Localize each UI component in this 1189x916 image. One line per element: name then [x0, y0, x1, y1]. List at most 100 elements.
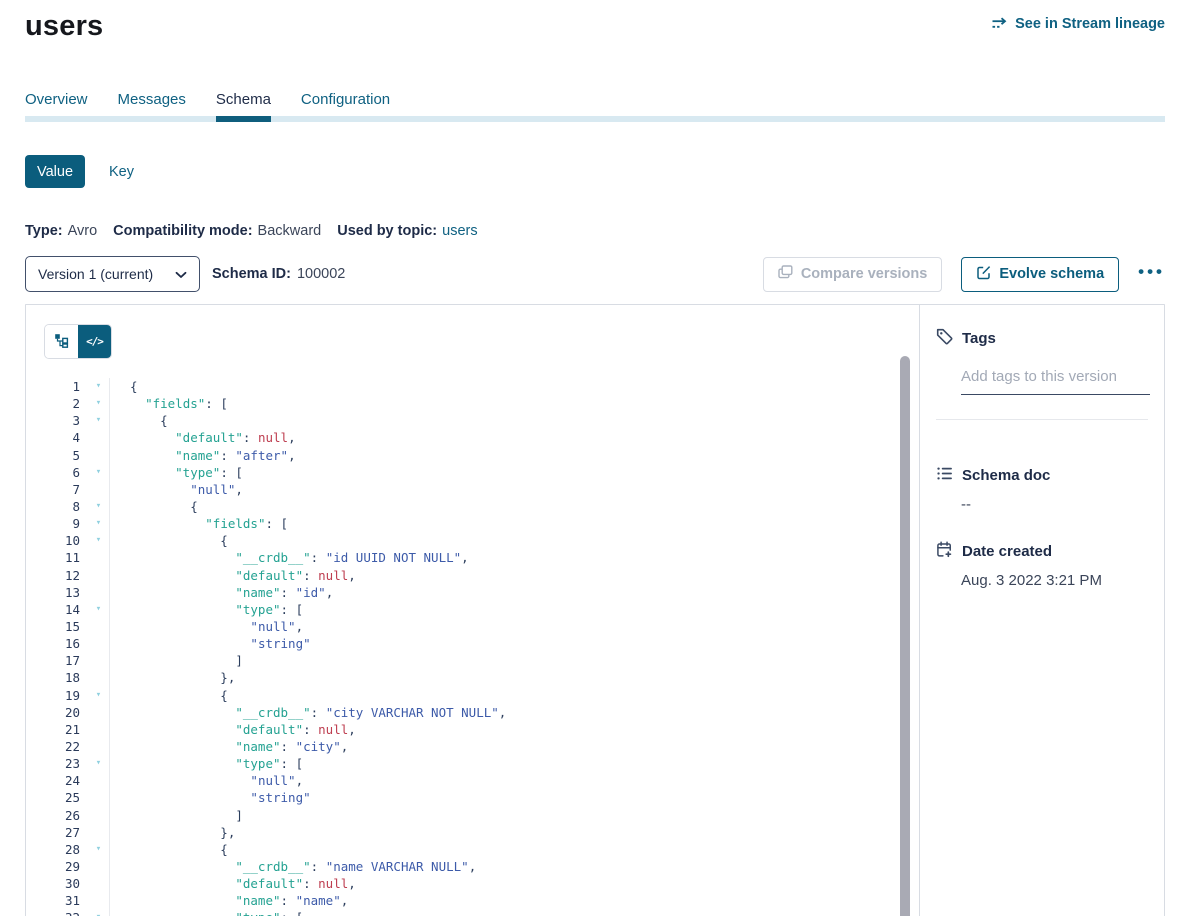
code-line: 25 "string" — [44, 789, 919, 806]
line-number: 15 — [44, 618, 88, 635]
scrollbar[interactable] — [900, 356, 910, 916]
collapse-arrow-icon[interactable]: ▾ — [88, 755, 109, 772]
schema-code-pane: </> 1▾{2▾ "fields": [3▾ {4 "default": nu… — [26, 305, 919, 916]
evolve-schema-button[interactable]: Evolve schema — [961, 257, 1119, 292]
code-text: }, — [109, 669, 919, 686]
code-line: 6▾ "type": [ — [44, 464, 919, 481]
line-number: 14 — [44, 601, 88, 618]
collapse-arrow-icon[interactable]: ▾ — [88, 464, 109, 481]
tree-icon — [54, 333, 69, 351]
version-select[interactable]: Version 1 (current) — [25, 256, 200, 292]
code-line: 14▾ "type": [ — [44, 601, 919, 618]
schema-doc-header: Schema doc — [936, 465, 1148, 486]
tags-header: Tags — [936, 328, 1148, 349]
line-number: 9 — [44, 515, 88, 532]
code-text: "__crdb__": "id UUID NOT NULL", — [109, 549, 919, 566]
tags-section: Tags — [936, 328, 1148, 395]
arrow-spacer — [88, 618, 109, 635]
schema-id: Schema ID: 100002 — [212, 266, 345, 282]
collapse-arrow-icon[interactable]: ▾ — [88, 687, 109, 704]
tree-view-button[interactable] — [45, 325, 78, 358]
collapse-arrow-icon[interactable]: ▾ — [88, 395, 109, 412]
meta-compatibility: Compatibility mode: Backward — [113, 223, 321, 239]
schema-meta-row: Type: Avro Compatibility mode: Backward … — [25, 223, 1165, 239]
meta-used-by-topic: Used by topic: users — [337, 223, 477, 239]
code-line: 8▾ { — [44, 498, 919, 515]
tab-configuration[interactable]: Configuration — [301, 91, 390, 122]
collapse-arrow-icon[interactable]: ▾ — [88, 378, 109, 395]
code-line: 23▾ "type": [ — [44, 755, 919, 772]
line-number: 20 — [44, 704, 88, 721]
line-number: 2 — [44, 395, 88, 412]
code-text: }, — [109, 824, 919, 841]
add-tags-input[interactable] — [961, 368, 1150, 395]
code-line: 9▾ "fields": [ — [44, 515, 919, 532]
collapse-arrow-icon[interactable]: ▾ — [88, 532, 109, 549]
arrow-spacer — [88, 635, 109, 652]
code-text: ] — [109, 652, 919, 669]
line-number: 30 — [44, 875, 88, 892]
line-number: 17 — [44, 652, 88, 669]
line-number: 32 — [44, 909, 88, 916]
code-line: 31 "name": "name", — [44, 892, 919, 909]
edit-icon — [976, 265, 991, 284]
code-line: 27 }, — [44, 824, 919, 841]
tag-icon — [936, 328, 953, 349]
schema-doc-value: -- — [961, 496, 1148, 513]
versions-icon — [778, 265, 793, 283]
collapse-arrow-icon[interactable]: ▾ — [88, 841, 109, 858]
collapse-arrow-icon[interactable]: ▾ — [88, 412, 109, 429]
calendar-plus-icon — [936, 541, 953, 562]
code-line: 26 ] — [44, 807, 919, 824]
code-lines: 1▾{2▾ "fields": [3▾ {4 "default": null,5… — [44, 378, 919, 916]
value-button[interactable]: Value — [25, 155, 85, 188]
code-line: 32▾ "type": [ — [44, 909, 919, 916]
value-key-toggle: Value Key — [25, 155, 1165, 188]
code-line: 12 "default": null, — [44, 567, 919, 584]
line-number: 6 — [44, 464, 88, 481]
topic-link[interactable]: users — [442, 223, 477, 239]
arrow-spacer — [88, 875, 109, 892]
compare-versions-button[interactable]: Compare versions — [763, 257, 943, 292]
arrow-spacer — [88, 481, 109, 498]
stream-lineage-link[interactable]: See in Stream lineage — [991, 16, 1165, 32]
line-number: 26 — [44, 807, 88, 824]
collapse-arrow-icon[interactable]: ▾ — [88, 498, 109, 515]
line-number: 21 — [44, 721, 88, 738]
key-button[interactable]: Key — [109, 164, 134, 180]
tab-overview[interactable]: Overview — [25, 91, 88, 122]
code-view-button[interactable]: </> — [78, 325, 111, 358]
chevron-down-icon — [175, 266, 187, 282]
line-number: 10 — [44, 532, 88, 549]
code-text: { — [109, 378, 919, 395]
code-text: "default": null, — [109, 875, 919, 892]
line-number: 1 — [44, 378, 88, 395]
code-icon: </> — [86, 335, 103, 348]
code-line: 30 "default": null, — [44, 875, 919, 892]
page-header: users See in Stream lineage — [25, 0, 1165, 44]
tab-messages[interactable]: Messages — [118, 91, 186, 122]
schema-doc-section: Schema doc -- — [936, 465, 1148, 513]
tab-schema[interactable]: Schema — [216, 91, 271, 122]
arrow-spacer — [88, 789, 109, 806]
code-line: 3▾ { — [44, 412, 919, 429]
code-line: 15 "null", — [44, 618, 919, 635]
line-number: 23 — [44, 755, 88, 772]
code-text: "type": [ — [109, 909, 919, 916]
code-line: 22 "name": "city", — [44, 738, 919, 755]
code-line: 29 "__crdb__": "name VARCHAR NULL", — [44, 858, 919, 875]
arrow-spacer — [88, 447, 109, 464]
page-title: users — [25, 8, 103, 44]
collapse-arrow-icon[interactable]: ▾ — [88, 909, 109, 916]
collapse-arrow-icon[interactable]: ▾ — [88, 601, 109, 618]
more-options-button[interactable]: ••• — [1138, 263, 1165, 286]
code-text: "name": "id", — [109, 584, 919, 601]
arrow-spacer — [88, 807, 109, 824]
collapse-arrow-icon[interactable]: ▾ — [88, 515, 109, 532]
schema-page: users See in Stream lineage Overview Mes… — [0, 0, 1189, 916]
code-line: 11 "__crdb__": "id UUID NOT NULL", — [44, 549, 919, 566]
code-text: { — [109, 498, 919, 515]
line-number: 28 — [44, 841, 88, 858]
line-number: 13 — [44, 584, 88, 601]
tab-bar: Overview Messages Schema Configuration — [25, 91, 1165, 122]
